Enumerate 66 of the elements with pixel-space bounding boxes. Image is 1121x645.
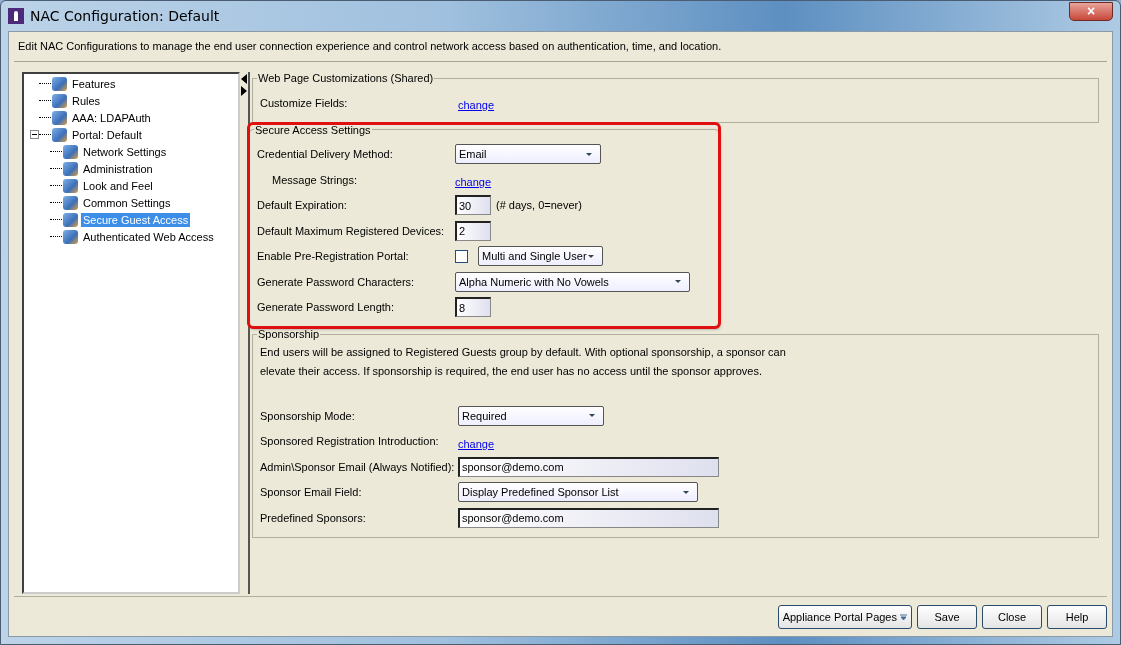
- caret-icon: [586, 152, 592, 156]
- tree-item[interactable]: Rules: [70, 93, 103, 108]
- change-link[interactable]: change: [458, 94, 495, 112]
- tree-item[interactable]: Features: [70, 76, 118, 91]
- caret-icon: [589, 414, 595, 418]
- tree-item[interactable]: Common Settings: [81, 195, 173, 210]
- dialog-button[interactable]: Close: [982, 605, 1042, 629]
- text-field[interactable]: 8: [455, 297, 491, 318]
- field-label: Enable Pre-Registration Portal:: [257, 250, 410, 263]
- tree-node-icon: [52, 76, 67, 91]
- change-link[interactable]: change: [455, 171, 492, 189]
- group-title: Web Page Customizations (Shared): [257, 72, 435, 84]
- tree-node-icon: [52, 93, 67, 108]
- caret-icon: [675, 280, 681, 284]
- tree-item[interactable]: Look and Feel: [81, 178, 155, 193]
- field-label: Sponsored Registration Introduction:: [260, 435, 440, 448]
- text-field[interactable]: sponsor@demo.com: [458, 507, 719, 528]
- group-title: Secure Access Settings: [254, 123, 372, 136]
- collapse-arrows-icon[interactable]: [241, 74, 247, 96]
- dialog-button[interactable]: Help: [1047, 605, 1107, 629]
- tree-item[interactable]: Authenticated Web Access: [81, 229, 216, 244]
- field-label: Sponsorship Mode:: [260, 409, 356, 422]
- tree-node-icon: [52, 127, 67, 142]
- field-label: Generate Password Length:: [257, 301, 395, 314]
- intro-text: End users will be assigned to Registered Guests group by default. With optional sponsorship, a sponsor can elevate their access. If sponsorship is required, the end user has no access until the sponsor approves.: [260, 345, 787, 379]
- field-label: Customize Fields:: [260, 96, 349, 109]
- dropdown[interactable]: Multi and Single User: [478, 246, 603, 267]
- field-label: Default Maximum Registered Devices:: [257, 224, 446, 237]
- caret-icon: [900, 614, 907, 620]
- tree-node-icon: [63, 178, 78, 193]
- tree-node-icon: [63, 195, 78, 210]
- dropdown[interactable]: Display Predefined Sponsor List: [458, 482, 698, 503]
- tree-item[interactable]: Portal: Default: [70, 127, 144, 142]
- collapse-icon[interactable]: [30, 130, 39, 139]
- field-label: Credential Delivery Method:: [257, 148, 394, 161]
- menu-button[interactable]: Appliance Portal Pages: [777, 605, 912, 629]
- dialog-button[interactable]: Save: [917, 605, 977, 629]
- dropdown[interactable]: Email: [455, 144, 601, 165]
- field-label: Predefined Sponsors:: [260, 511, 367, 524]
- tree-item[interactable]: AAA: LDAPAuth: [70, 110, 153, 125]
- dropdown[interactable]: Required: [458, 405, 604, 426]
- tree-node-icon: [63, 229, 78, 244]
- change-link[interactable]: change: [458, 432, 495, 450]
- field-label: Message Strings:: [271, 173, 358, 186]
- field-label: Generate Password Characters:: [257, 275, 416, 288]
- group-title: Sponsorship: [257, 328, 321, 340]
- keyhole-icon: [8, 8, 24, 24]
- field-label: Admin\Sponsor Email (Always Notified):: [260, 460, 456, 473]
- description-text: Edit NAC Configurations to manage the end user connection experience and control network access based on authentication, time, and location.: [14, 37, 1107, 62]
- tree-node-icon: [52, 110, 67, 125]
- window-title: NAC Configuration: Default: [30, 8, 221, 24]
- caret-icon: [588, 254, 594, 258]
- dropdown[interactable]: Alpha Numeric with No Vowels: [455, 271, 690, 292]
- field-label: Default Expiration:: [257, 199, 348, 212]
- text-field[interactable]: 30: [455, 195, 491, 216]
- hint-text: (# days, 0=never): [496, 199, 582, 212]
- text-field[interactable]: 2: [455, 220, 491, 241]
- tree-item[interactable]: Administration: [81, 161, 155, 176]
- tree-node-icon: [63, 212, 78, 227]
- checkbox[interactable]: [455, 249, 468, 263]
- tree-item[interactable]: Network Settings: [81, 144, 169, 159]
- text-field[interactable]: sponsor@demo.com: [458, 456, 719, 477]
- caret-icon: [683, 490, 689, 494]
- tree-node-icon: [63, 161, 78, 176]
- tree-node-icon: [63, 144, 78, 159]
- field-label: Sponsor Email Field:: [260, 486, 363, 499]
